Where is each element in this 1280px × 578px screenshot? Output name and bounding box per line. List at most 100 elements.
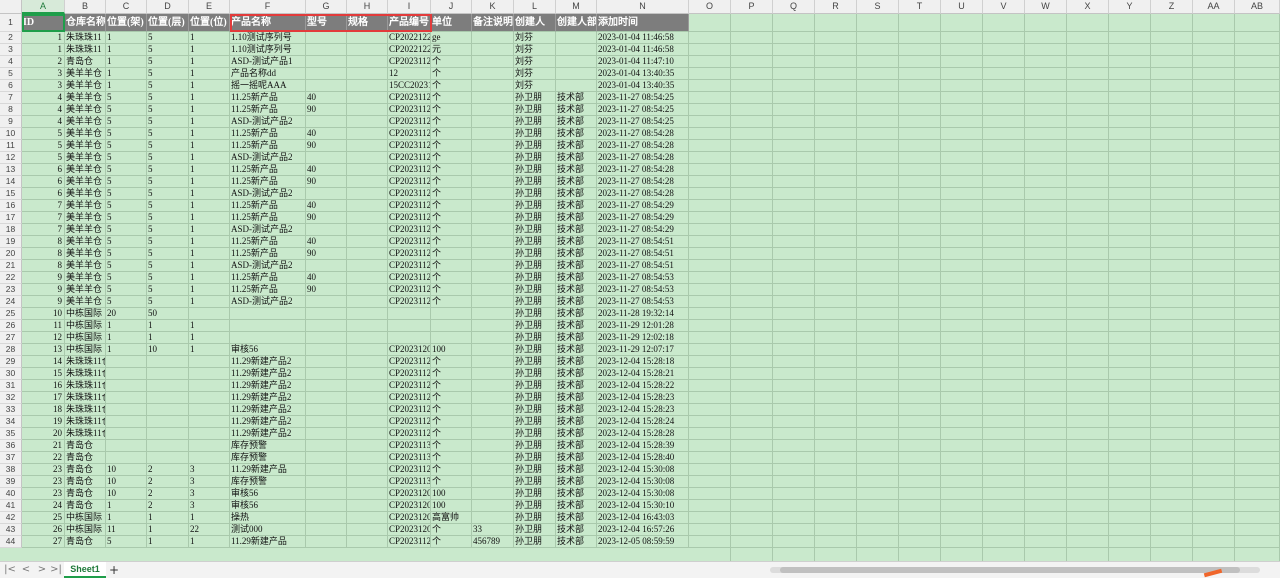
table-cell[interactable]: 个 — [431, 464, 472, 476]
table-cell[interactable] — [347, 488, 388, 500]
row-header[interactable]: 3 — [0, 44, 22, 56]
table-cell[interactable]: 孙卫朋 — [514, 368, 556, 380]
empty-column[interactable] — [1151, 14, 1193, 561]
table-cell[interactable]: 个 — [431, 224, 472, 236]
row-header[interactable]: 19 — [0, 236, 22, 248]
table-cell[interactable] — [472, 296, 514, 308]
table-cell[interactable]: 2023-01-04 13:40:35 — [597, 68, 689, 80]
table-cell[interactable]: 个 — [431, 404, 472, 416]
table-cell[interactable] — [472, 476, 514, 488]
table-cell[interactable]: CP2023112 — [388, 104, 431, 116]
table-cell[interactable]: 技术部 — [556, 296, 597, 308]
table-cell[interactable]: 青岛仓 — [65, 440, 106, 452]
column-header-z[interactable]: Z — [1151, 0, 1193, 14]
table-cell[interactable] — [306, 80, 347, 92]
table-cell[interactable]: 朱珠珠11仓库 — [65, 428, 106, 440]
table-cell[interactable]: 12 — [22, 332, 65, 344]
column-header-y[interactable]: Y — [1109, 0, 1151, 14]
row-header[interactable]: 41 — [0, 500, 22, 512]
table-cell[interactable]: 1 — [189, 128, 230, 140]
table-cell[interactable]: 1 — [106, 44, 147, 56]
table-cell[interactable] — [556, 68, 597, 80]
table-cell[interactable]: 孙卫朋 — [514, 248, 556, 260]
table-cell[interactable] — [347, 320, 388, 332]
header-cell[interactable]: 产品编号 — [388, 14, 431, 32]
table-cell[interactable]: 1 — [147, 320, 189, 332]
table-cell[interactable]: 青岛仓 — [65, 476, 106, 488]
table-cell[interactable]: 朱珠珠11 — [65, 32, 106, 44]
table-cell[interactable]: 2 — [147, 464, 189, 476]
table-cell[interactable]: 孙卫朋 — [514, 476, 556, 488]
row-header[interactable]: 24 — [0, 296, 22, 308]
table-cell[interactable] — [472, 200, 514, 212]
table-cell[interactable] — [347, 524, 388, 536]
table-cell[interactable] — [472, 128, 514, 140]
table-cell[interactable]: 5 — [147, 80, 189, 92]
table-cell[interactable]: 个 — [431, 164, 472, 176]
table-cell[interactable]: 个 — [431, 440, 472, 452]
table-cell[interactable] — [106, 428, 147, 440]
table-cell[interactable]: 孙卫朋 — [514, 188, 556, 200]
table-cell[interactable]: 18 — [22, 404, 65, 416]
table-cell[interactable]: 个 — [431, 140, 472, 152]
table-cell[interactable] — [472, 440, 514, 452]
table-cell[interactable] — [306, 488, 347, 500]
table-cell[interactable]: 2023-12-04 15:28:28 — [597, 428, 689, 440]
table-cell[interactable]: CP2023112 — [388, 248, 431, 260]
column-header-c[interactable]: C — [106, 0, 147, 14]
table-cell[interactable]: 测试000 — [230, 524, 306, 536]
table-cell[interactable]: 6 — [22, 176, 65, 188]
table-cell[interactable]: ge — [431, 32, 472, 44]
table-cell[interactable]: 中栋国际 — [65, 308, 106, 320]
table-cell[interactable]: 1 — [106, 344, 147, 356]
row-header[interactable]: 23 — [0, 284, 22, 296]
table-cell[interactable]: 2023-01-04 11:46:58 — [597, 44, 689, 56]
table-cell[interactable]: 8 — [22, 248, 65, 260]
table-cell[interactable]: 个 — [431, 56, 472, 68]
table-cell[interactable] — [347, 176, 388, 188]
table-cell[interactable]: 孙卫朋 — [514, 212, 556, 224]
table-cell[interactable]: 90 — [306, 248, 347, 260]
column-header-j[interactable]: J — [431, 0, 472, 14]
table-cell[interactable]: CP2023112 — [388, 92, 431, 104]
table-cell[interactable]: 1 — [189, 44, 230, 56]
table-cell[interactable]: CP2023112 — [388, 296, 431, 308]
table-cell[interactable] — [189, 380, 230, 392]
table-cell[interactable]: 2023-11-27 08:54:28 — [597, 152, 689, 164]
next-sheet-button[interactable]: > — [36, 564, 48, 576]
table-cell[interactable] — [189, 368, 230, 380]
spreadsheet-grid[interactable]: A B C D E F G H I J K L M N O P Q R S T U V W X Y Z AA AB 123456789… — [0, 0, 1280, 561]
row-header[interactable]: 6 — [0, 80, 22, 92]
table-cell[interactable] — [472, 68, 514, 80]
table-cell[interactable]: ASD-测试产品2 — [230, 152, 306, 164]
table-cell[interactable]: 技术部 — [556, 452, 597, 464]
table-cell[interactable]: CP2023112 — [388, 392, 431, 404]
table-cell[interactable] — [347, 392, 388, 404]
table-cell[interactable]: 1 — [189, 164, 230, 176]
table-cell[interactable]: 100 — [431, 488, 472, 500]
empty-column[interactable] — [1025, 14, 1067, 561]
table-cell[interactable]: 5 — [147, 296, 189, 308]
table-cell[interactable]: 1 — [147, 512, 189, 524]
table-cell[interactable] — [306, 68, 347, 80]
table-cell[interactable]: 21 — [22, 440, 65, 452]
table-cell[interactable]: 1 — [189, 248, 230, 260]
table-cell[interactable] — [347, 416, 388, 428]
table-cell[interactable] — [556, 32, 597, 44]
table-cell[interactable]: 美羊羊仓 — [65, 92, 106, 104]
row-header[interactable]: 13 — [0, 164, 22, 176]
table-cell[interactable]: 7 — [22, 200, 65, 212]
table-cell[interactable]: 技术部 — [556, 428, 597, 440]
table-cell[interactable] — [472, 428, 514, 440]
table-cell[interactable]: 2 — [147, 500, 189, 512]
table-cell[interactable]: 个 — [431, 236, 472, 248]
table-cell[interactable]: 1 — [189, 224, 230, 236]
row-header[interactable]: 14 — [0, 176, 22, 188]
table-cell[interactable]: CP2023112 — [388, 380, 431, 392]
table-cell[interactable] — [347, 236, 388, 248]
column-header-a[interactable]: A — [22, 0, 65, 14]
table-cell[interactable]: 孙卫朋 — [514, 440, 556, 452]
column-header-h[interactable]: H — [347, 0, 388, 14]
table-cell[interactable]: CP2023112 — [388, 260, 431, 272]
table-cell[interactable] — [306, 368, 347, 380]
